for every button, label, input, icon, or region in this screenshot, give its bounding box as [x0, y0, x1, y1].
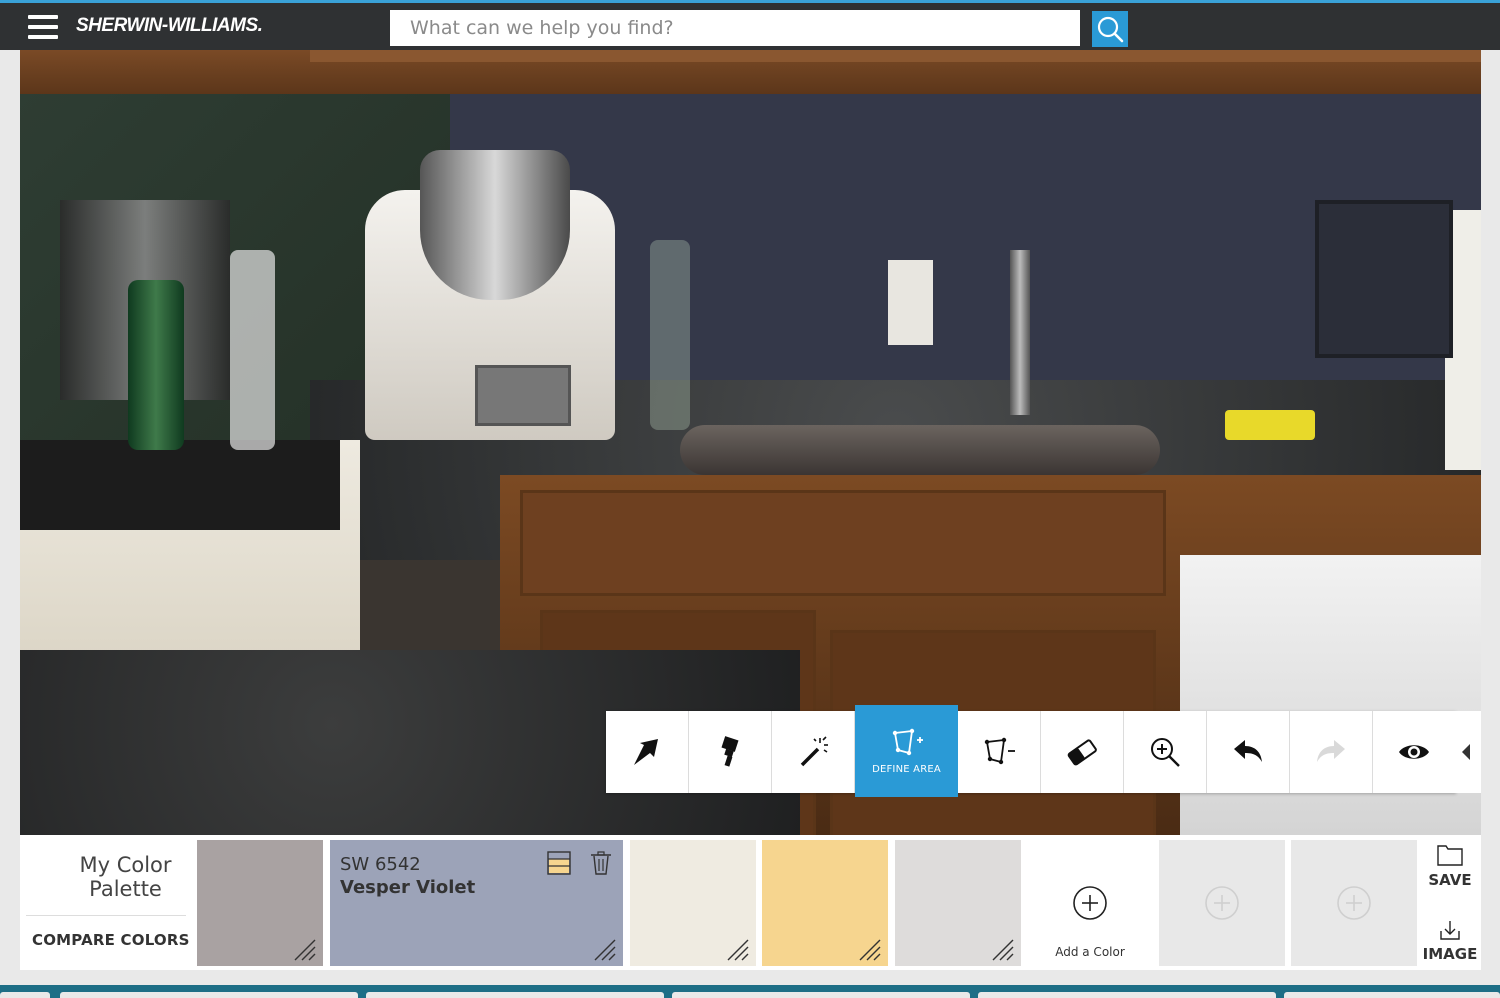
bottom-tab-strip [0, 985, 1500, 998]
magic-wand-tool-button[interactable] [772, 711, 855, 793]
light-switch [888, 260, 933, 345]
image-label: IMAGE [1422, 945, 1478, 963]
dishwasher [1180, 555, 1481, 835]
faucet [1010, 250, 1030, 415]
eye-icon [1399, 745, 1429, 759]
mixer-bowl [420, 150, 570, 300]
color-details-icon[interactable] [546, 850, 572, 876]
plus-circle-icon [1205, 886, 1239, 920]
search-input[interactable] [390, 10, 1080, 46]
bottom-tab[interactable] [672, 992, 970, 998]
define-area-label: DEFINE AREA [872, 763, 941, 775]
selected-color-swatch[interactable]: SW 6542 Vesper Violet [330, 840, 623, 966]
paint-brush-icon [721, 736, 739, 767]
download-icon [1440, 921, 1460, 940]
swatch-code: SW 6542 [340, 854, 421, 875]
compare-colors-button[interactable]: COMPARE COLORS [32, 931, 190, 949]
empty-color-slot[interactable] [1159, 840, 1285, 966]
bottom-tab[interactable] [60, 992, 358, 998]
undo-tool-button[interactable] [1207, 711, 1290, 793]
color-swatch[interactable] [630, 840, 756, 966]
color-swatch[interactable] [197, 840, 323, 966]
palette-title: My Color Palette [44, 853, 207, 901]
color-swatch[interactable] [895, 840, 1021, 966]
expand-corner-icon [859, 939, 881, 961]
color-swatch[interactable] [762, 840, 888, 966]
cabinet-panel [520, 490, 1166, 596]
add-color-label: Add a Color [1055, 945, 1125, 959]
hamburger-icon[interactable] [28, 14, 58, 40]
plus-circle-icon [1073, 886, 1107, 920]
bottom-tab[interactable] [366, 992, 664, 998]
redo-icon [1317, 740, 1345, 762]
palette-title-line1: My Color [79, 853, 172, 877]
green-bottle [128, 280, 184, 450]
zoom-in-icon [1151, 738, 1180, 767]
plus-circle-icon [1337, 886, 1371, 920]
expand-corner-icon [727, 939, 749, 961]
search-button[interactable] [1092, 11, 1128, 47]
expand-corner-icon [294, 939, 316, 961]
undo-icon [1234, 740, 1262, 762]
add-color-button[interactable]: Add a Color [1027, 840, 1153, 966]
cooktop [20, 440, 340, 530]
color-palette-panel: My Color Palette COMPARE COLORS SW 6542 … [20, 835, 1481, 970]
empty-color-slot[interactable] [1291, 840, 1417, 966]
select-arrow-icon [634, 739, 658, 765]
bottom-tab[interactable] [0, 992, 50, 998]
download-image-button[interactable]: IMAGE [1415, 919, 1485, 963]
toolbar-scroll-button[interactable] [1451, 711, 1481, 793]
paint-brush-tool-button[interactable] [689, 711, 772, 793]
zoom-in-tool-button[interactable] [1124, 711, 1207, 793]
save-button[interactable]: SAVE [1415, 843, 1485, 889]
trash-icon[interactable] [588, 850, 614, 876]
remove-area-icon [984, 737, 1015, 765]
select-tool-button[interactable] [606, 711, 689, 793]
top-header: SHERWIN-WILLIAMS. [0, 0, 1500, 50]
bottom-tab[interactable] [1284, 992, 1500, 998]
mixer-display [475, 365, 571, 426]
redo-tool-button[interactable] [1290, 711, 1373, 793]
wall-plate [1315, 200, 1453, 358]
magic-wand-icon [800, 736, 828, 767]
save-label: SAVE [1428, 871, 1472, 889]
eraser-icon [1067, 739, 1097, 766]
palette-title-line2: Palette [89, 877, 162, 901]
folder-icon [1437, 845, 1463, 866]
preview-tool-button[interactable] [1373, 711, 1456, 793]
swatch-name: Vesper Violet [340, 877, 476, 898]
remove-area-tool-button[interactable] [958, 711, 1041, 793]
brand-logo[interactable]: SHERWIN-WILLIAMS. [76, 15, 263, 37]
define-area-icon [892, 728, 923, 755]
tool-bar: DEFINE AREA [606, 705, 1456, 797]
glass-bottle [650, 240, 690, 430]
eraser-tool-button[interactable] [1041, 711, 1124, 793]
expand-corner-icon [594, 939, 616, 961]
sponge [1225, 410, 1315, 440]
bottom-tab[interactable] [978, 992, 1276, 998]
cabinet-trim [310, 50, 1481, 62]
sink [680, 425, 1160, 475]
palette-divider [26, 915, 186, 916]
define-area-tool-button[interactable]: DEFINE AREA [855, 705, 958, 797]
expand-corner-icon [992, 939, 1014, 961]
chevron-left-icon [1462, 744, 1470, 760]
spray-bottle [230, 250, 275, 450]
magnifier-icon [1097, 16, 1124, 43]
